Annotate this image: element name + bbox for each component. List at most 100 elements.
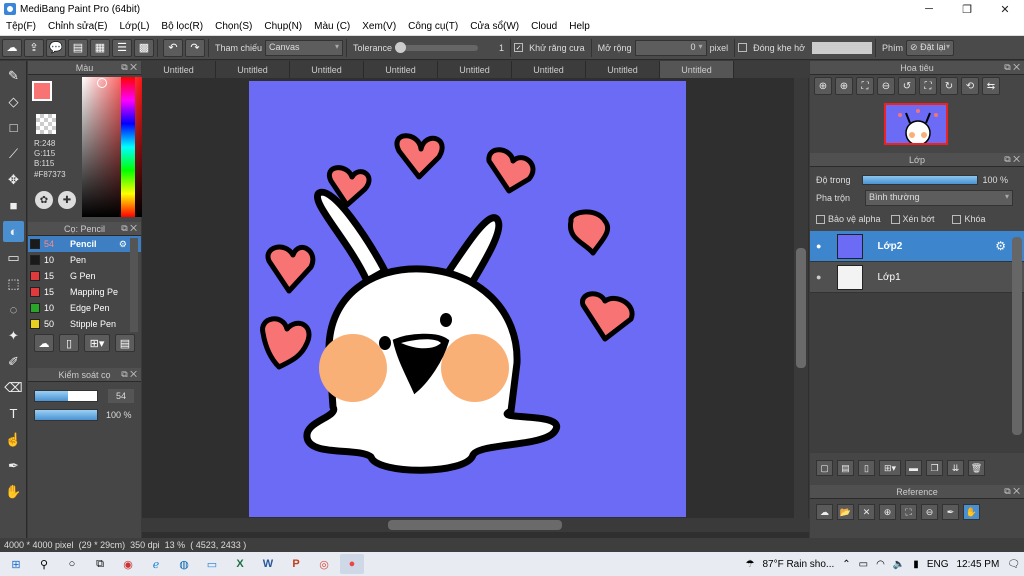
canvas-vertical-scrollbar[interactable] xyxy=(794,78,808,518)
list-icon[interactable]: ☰ xyxy=(112,38,132,57)
zoom-in-icon[interactable]: ⊕ xyxy=(814,77,832,95)
reset-rotation-icon[interactable]: ⟲ xyxy=(961,77,979,95)
minimize-button[interactable]: ─ xyxy=(910,0,948,18)
dot-tool-icon[interactable]: ⟋ xyxy=(3,143,24,164)
menu-help[interactable]: Help xyxy=(563,21,596,32)
reference-select[interactable]: Canvas xyxy=(265,39,344,56)
layer-item-lop2[interactable]: ● Lớp2 ⚙ xyxy=(810,231,1024,262)
navigator-thumbnail[interactable] xyxy=(884,103,948,145)
tab-untitled[interactable]: Untitled xyxy=(586,61,660,78)
add-brush-icon[interactable]: ⊞▾ xyxy=(84,334,110,352)
close-button[interactable]: ✕ xyxy=(986,0,1024,18)
eyedropper-tool-icon[interactable]: ✒ xyxy=(3,455,24,476)
actual-size-icon[interactable]: ⛶ xyxy=(919,77,937,95)
panel-close-icon[interactable]: ⧉ ✕ xyxy=(121,62,137,73)
brush-opacity-slider[interactable] xyxy=(34,409,98,421)
fill-rect-tool-icon[interactable]: ■ xyxy=(3,195,24,216)
lasso-tool-icon[interactable]: ◌ xyxy=(3,299,24,320)
canvas-horizontal-scrollbar[interactable] xyxy=(142,518,809,532)
hue-slider[interactable] xyxy=(121,77,135,217)
ref-eyedropper-icon[interactable]: ✒ xyxy=(942,504,959,520)
eraser-tool-icon[interactable]: ◇ xyxy=(3,91,24,112)
new-halftone-layer-icon[interactable]: ▤ xyxy=(837,460,854,476)
folder-icon[interactable]: ▬ xyxy=(905,460,922,476)
flip-icon[interactable]: ⇆ xyxy=(982,77,1000,95)
menu-tools[interactable]: Công cụ(T) xyxy=(402,21,464,32)
hand-tool-icon[interactable]: ✋ xyxy=(3,481,24,502)
panel-close-icon[interactable]: ⧉ ✕ xyxy=(1004,62,1020,73)
gear-icon[interactable]: ⚙ xyxy=(119,239,127,250)
network-icon[interactable]: ▭ xyxy=(859,559,868,570)
grid-icon[interactable]: ▩ xyxy=(134,38,154,57)
tolerance-slider[interactable] xyxy=(394,41,479,53)
saturation-value-picker[interactable] xyxy=(82,77,147,217)
new-1bit-layer-icon[interactable]: ▯ xyxy=(858,460,875,476)
comment-icon[interactable]: 💬 xyxy=(46,38,66,57)
cloud-reference-icon[interactable]: ☁ xyxy=(816,504,833,520)
text-tool-icon[interactable]: T xyxy=(3,403,24,424)
cortana-icon[interactable]: ○ xyxy=(60,554,84,574)
weather-text[interactable]: 87°F Rain sho... xyxy=(762,559,834,570)
brush-size-slider[interactable] xyxy=(34,390,98,402)
tab-untitled-active[interactable]: Untitled xyxy=(660,61,734,78)
close-gap-slider[interactable] xyxy=(812,41,873,54)
cloud-brush-icon[interactable]: ☁ xyxy=(34,334,54,352)
panel-close-icon[interactable]: ⧉ ✕ xyxy=(121,369,137,380)
palette-icon[interactable]: ✿ xyxy=(35,191,53,209)
powerpoint-icon[interactable]: P xyxy=(284,554,308,574)
brush-item-stipple-pen[interactable]: 50 Stipple Pen xyxy=(28,316,141,332)
brush-item-pencil[interactable]: 54 Pencil ⚙ xyxy=(28,236,141,252)
menu-filter[interactable]: Bộ lọc(R) xyxy=(155,21,209,32)
menu-layer[interactable]: Lớp(L) xyxy=(114,21,156,32)
excel-icon[interactable]: X xyxy=(228,554,252,574)
visibility-eye-icon[interactable]: ● xyxy=(816,241,821,251)
brush-item-mapping-pen[interactable]: 15 Mapping Pe xyxy=(28,284,141,300)
layer-item-lop1[interactable]: ● Lớp1 xyxy=(810,262,1024,293)
rectangle-tool-icon[interactable]: □ xyxy=(3,117,24,138)
gradient-tool-icon[interactable]: ▭ xyxy=(3,247,24,268)
brush-tool-icon[interactable]: ✎ xyxy=(3,65,24,86)
share-icon[interactable]: ⇪ xyxy=(24,38,44,57)
undo-icon[interactable]: ↶ xyxy=(163,38,183,57)
ref-zoom-in-icon[interactable]: ⊕ xyxy=(879,504,896,520)
tab-untitled[interactable]: Untitled xyxy=(142,61,216,78)
add-layer-menu-icon[interactable]: ⊞▾ xyxy=(879,460,901,476)
menu-view[interactable]: Xem(V) xyxy=(356,21,402,32)
tab-untitled[interactable]: Untitled xyxy=(290,61,364,78)
new-brush-icon[interactable]: ▯ xyxy=(59,334,79,352)
page-icon[interactable]: ▦ xyxy=(90,38,110,57)
battery-icon[interactable]: ▮ xyxy=(913,559,919,570)
brush-item-edge-pen[interactable]: 10 Edge Pen xyxy=(28,300,141,316)
edge-icon[interactable]: ℯ xyxy=(144,554,168,574)
medibang-taskbar-icon[interactable]: ● xyxy=(340,554,364,574)
menu-snap[interactable]: Chụp(N) xyxy=(258,21,308,32)
trash-icon[interactable]: 🗑 xyxy=(968,460,985,476)
reset-button[interactable]: ⊘ Đặt lại xyxy=(906,39,955,56)
rotate-left-icon[interactable]: ↺ xyxy=(898,77,916,95)
layer-gear-icon[interactable]: ⚙ xyxy=(995,239,1006,253)
redo-icon[interactable]: ↷ xyxy=(185,38,205,57)
tab-untitled[interactable]: Untitled xyxy=(512,61,586,78)
language-indicator[interactable]: ENG xyxy=(927,559,949,570)
new-layer-icon[interactable]: ▢ xyxy=(816,460,833,476)
zoom-in-2-icon[interactable]: ⊕ xyxy=(835,77,853,95)
ref-hand-icon[interactable]: ✋ xyxy=(963,504,980,520)
select-pen-tool-icon[interactable]: ✐ xyxy=(3,351,24,372)
close-gap-checkbox[interactable] xyxy=(738,43,748,52)
duplicate-layer-icon[interactable]: ❐ xyxy=(926,460,943,476)
move-tool-icon[interactable]: ✥ xyxy=(3,169,24,190)
blend-mode-select[interactable]: Bình thường xyxy=(865,190,1014,206)
start-windows-icon[interactable]: ⊞ xyxy=(4,554,28,574)
brush-settings-icon[interactable]: ▤ xyxy=(115,334,135,352)
ref-zoom-out-icon[interactable]: ⊖ xyxy=(921,504,938,520)
palette-add-icon[interactable]: ✚ xyxy=(58,191,76,209)
drawing-canvas[interactable] xyxy=(249,81,686,517)
visibility-eye-icon[interactable]: ● xyxy=(816,272,821,282)
cloud-icon[interactable]: ☁ xyxy=(2,38,22,57)
fit-window-icon[interactable]: ⛶ xyxy=(856,77,874,95)
menu-select[interactable]: Chọn(S) xyxy=(209,21,258,32)
store-icon[interactable]: ◍ xyxy=(172,554,196,574)
wifi-icon[interactable]: ◠ xyxy=(876,559,885,570)
tolerance-slider-handle[interactable] xyxy=(394,41,406,53)
maximize-button[interactable]: ❐ xyxy=(948,0,986,18)
